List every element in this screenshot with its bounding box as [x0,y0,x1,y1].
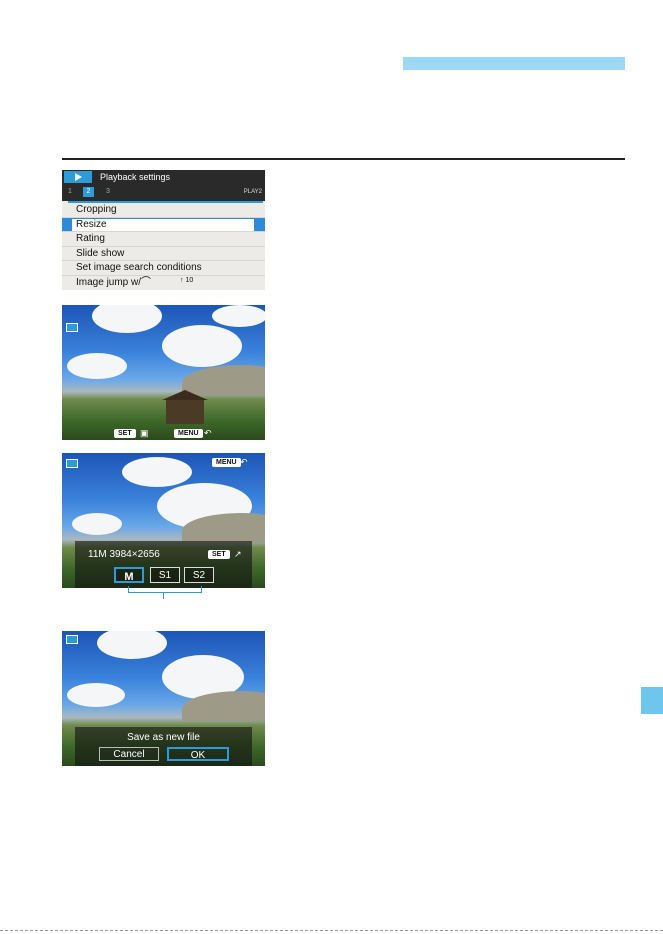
menu-item-slide-show[interactable]: Slide show [62,247,265,262]
menu-item-resize-label: Resize [72,218,254,231]
page-edge [0,930,663,931]
menu-title-bar: Playback settings [62,170,265,184]
menu-button[interactable]: MENU [174,429,203,438]
hut [162,390,208,424]
back-icon: ↶ [240,457,248,467]
jump-setting-icon: ↑ 10 [180,277,194,284]
cloud [212,305,265,327]
menu-page-label: PLAY2 [243,189,262,195]
menu-item-rating[interactable]: Rating [62,232,265,247]
cloud [162,325,242,367]
cloud [97,631,167,659]
tab-1[interactable]: 1 [68,187,72,197]
save-dialog-screen: Save as new file Cancel OK [62,631,265,766]
cloud [92,305,162,333]
section-divider [62,158,625,160]
back-icon: ↶ [204,428,212,438]
image-icon [66,459,78,468]
playback-icon [64,171,92,183]
confirm-icon: ↗ [234,549,242,559]
image-icon [66,635,78,644]
cloud [67,353,127,379]
set-button[interactable]: SET [114,429,136,438]
menu-button[interactable]: MENU [212,458,241,467]
image-icon [66,323,78,332]
menu-item-resize[interactable]: Resize [62,217,265,233]
resize-icon: ▣ [140,428,149,438]
set-button[interactable]: SET [208,550,230,559]
cloud [67,683,125,707]
size-callout-bracket [128,586,202,593]
menu-title: Playback settings [100,172,171,182]
image-size-info: 11M 3984×2656 [88,549,160,560]
cancel-button[interactable]: Cancel [99,747,159,761]
size-option-m[interactable]: M [114,567,144,583]
section-header-bar [403,57,625,70]
cloud [72,513,122,535]
menu-item-cropping[interactable]: Cropping [62,203,265,218]
menu-item-image-jump[interactable]: Image jump w/⌒ [62,276,265,290]
menu-items: Cropping Resize Rating Slide show Set im… [62,203,265,290]
chapter-tab [641,687,663,714]
menu-tabs: 1 2 3 PLAY2 [62,184,265,201]
tab-3[interactable]: 3 [106,187,110,197]
size-callout-line [163,592,164,599]
playback-settings-menu: Playback settings 1 2 3 PLAY2 Cropping R… [62,170,265,290]
menu-item-search-conditions[interactable]: Set image search conditions [62,261,265,276]
image-preview: SET ▣ MENU ↶ [62,305,265,440]
cloud [122,457,192,487]
size-option-s1[interactable]: S1 [150,567,180,583]
tab-2[interactable]: 2 [83,187,94,197]
dialog-message: Save as new file [127,732,200,743]
ok-button[interactable]: OK [167,747,229,761]
resize-screen: MENU ↶ 11M 3984×2656 SET ↗ M S1 S2 [62,453,265,588]
size-option-s2[interactable]: S2 [184,567,214,583]
